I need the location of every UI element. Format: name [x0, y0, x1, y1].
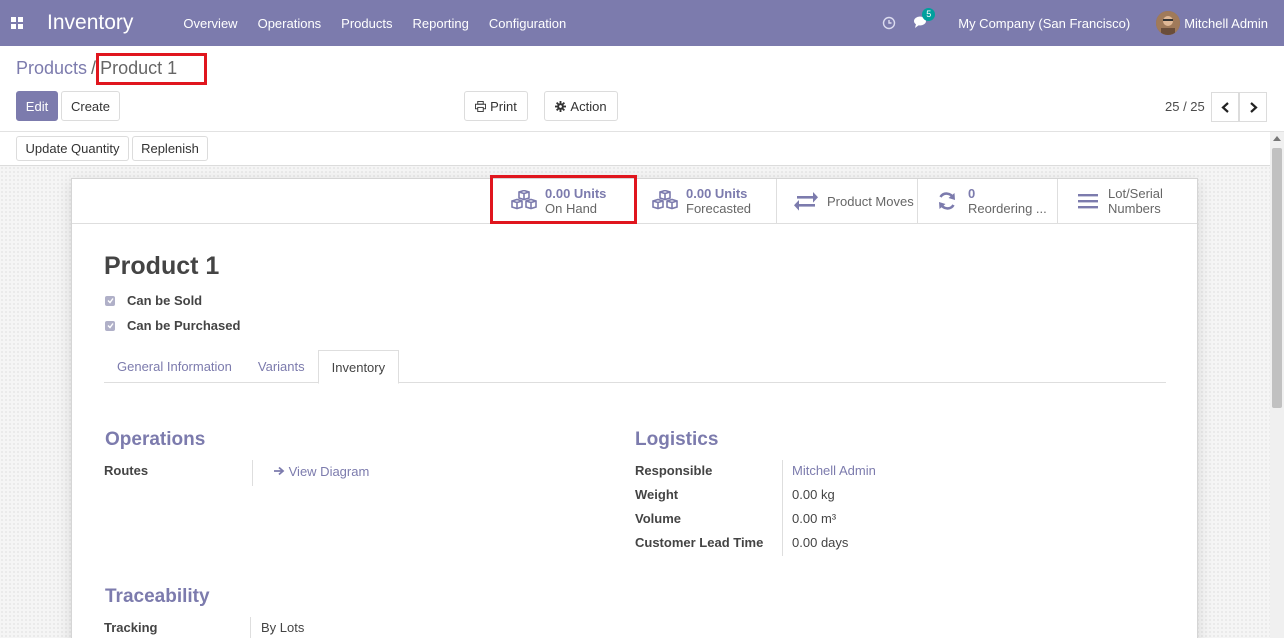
apps-menu-icon[interactable]	[0, 0, 34, 46]
weight-value: 0.00	[792, 487, 818, 502]
top-navbar: Inventory Overview Operations Products R…	[0, 0, 1284, 46]
scrollbar-thumb[interactable]	[1272, 148, 1282, 408]
pager-previous-button[interactable]	[1211, 92, 1239, 122]
weight-field: 0.00 kg	[792, 487, 835, 502]
replenish-button[interactable]: Replenish	[132, 136, 208, 161]
lot-serial-line2: Numbers	[1108, 201, 1161, 216]
logistics-title: Logistics	[635, 429, 719, 450]
gear-icon	[555, 100, 567, 112]
chat-badge: 5	[922, 7, 936, 21]
tab-general-information[interactable]: General Information	[104, 350, 245, 383]
can-be-sold-row: Can be Sold	[105, 293, 202, 308]
scrollbar[interactable]	[1270, 132, 1284, 638]
notebook-tabs: General Information Variants Inventory	[104, 350, 1166, 384]
pager-counter[interactable]: 25 / 25	[1165, 99, 1205, 114]
weight-unit: kg	[820, 487, 835, 502]
traceability-title: Traceability	[105, 586, 210, 607]
print-label: Print	[490, 98, 517, 114]
operations-title: Operations	[105, 429, 206, 450]
can-be-sold-checkbox[interactable]	[105, 295, 115, 306]
print-button[interactable]: Print	[464, 91, 528, 121]
chevron-left-icon	[1220, 101, 1229, 113]
breadcrumb-products[interactable]: Products	[16, 58, 87, 79]
product-title[interactable]: Product 1	[104, 252, 219, 281]
lead-time-unit: days	[820, 535, 849, 550]
view-diagram-label: View Diagram	[288, 464, 370, 479]
main-menu: Overview Operations Products Reporting C…	[173, 16, 576, 31]
exchange-icon	[794, 192, 818, 211]
form-sheet: 0.00 Units On Hand 0.00 Units Forecasted…	[71, 178, 1198, 638]
menu-item-products[interactable]: Products	[331, 16, 402, 31]
responsible-label: Responsible	[635, 463, 713, 478]
action-label: Action	[570, 98, 607, 114]
action-button[interactable]: Action	[544, 91, 618, 121]
user-name[interactable]: Mitchell Admin	[1184, 16, 1268, 31]
edit-button[interactable]: Edit	[16, 91, 58, 121]
routes-separator	[252, 460, 253, 486]
can-be-sold-label: Can be Sold	[127, 293, 203, 308]
highlight-box-breadcrumb	[96, 53, 207, 85]
weight-label: Weight	[635, 487, 679, 502]
lead-time-value: 0.00	[792, 535, 818, 550]
menu-item-reporting[interactable]: Reporting	[402, 16, 478, 31]
tracking-value: By Lots	[261, 620, 305, 635]
create-button[interactable]: Create	[61, 91, 120, 121]
product-moves-button[interactable]: Product Moves	[776, 179, 917, 223]
tab-inventory[interactable]: Inventory	[317, 350, 400, 384]
cubes-icon	[652, 190, 678, 210]
view-diagram-link[interactable]: View Diagram	[274, 464, 369, 479]
forecasted-value: 0.00 Units	[686, 186, 748, 201]
can-be-purchased-checkbox[interactable]	[105, 320, 115, 331]
menu-item-configuration[interactable]: Configuration	[479, 16, 576, 31]
logistics-separator	[782, 460, 783, 556]
lot-serial-line1: Lot/Serial	[1108, 186, 1163, 201]
reordering-value: 0	[968, 186, 976, 201]
forecasted-button[interactable]: 0.00 Units Forecasted	[636, 179, 777, 223]
list-icon	[1078, 194, 1098, 209]
menu-item-operations[interactable]: Operations	[248, 16, 332, 31]
app-name[interactable]: Inventory	[47, 11, 133, 35]
volume-label: Volume	[635, 511, 681, 526]
update-quantity-button[interactable]: Update Quantity	[16, 136, 129, 161]
product-moves-label: Product Moves	[827, 193, 914, 209]
print-icon	[475, 100, 487, 112]
company-switcher[interactable]: My Company (San Francisco)	[958, 16, 1130, 31]
refresh-icon	[939, 192, 955, 210]
chevron-right-icon	[1249, 101, 1258, 113]
reordering-label: Reordering ...	[968, 201, 1047, 216]
pager-next-button[interactable]	[1239, 92, 1267, 122]
menu-item-overview[interactable]: Overview	[173, 16, 247, 31]
tracking-label: Tracking	[104, 620, 158, 635]
navbar-right: 5 My Company (San Francisco) Mitchell Ad…	[882, 0, 1284, 46]
customer-lead-time-field: 0.00 days	[792, 535, 848, 550]
volume-unit: m³	[820, 511, 837, 526]
lot-serial-button[interactable]: Lot/Serial Numbers	[1057, 179, 1198, 223]
tab-variants[interactable]: Variants	[245, 350, 318, 383]
clock-icon[interactable]	[882, 16, 896, 30]
user-avatar[interactable]	[1156, 11, 1181, 35]
responsible-value[interactable]: Mitchell Admin	[792, 463, 876, 478]
arrow-right-icon	[274, 466, 285, 476]
reordering-button[interactable]: 0 Reordering ...	[917, 179, 1058, 223]
forecasted-label: Forecasted	[686, 201, 752, 216]
volume-field: 0.00 m³	[792, 511, 836, 526]
tracking-separator	[250, 617, 251, 638]
highlight-box-on-hand	[490, 175, 637, 224]
routes-label: Routes	[104, 463, 149, 478]
customer-lead-time-label: Customer Lead Time	[635, 535, 764, 550]
can-be-purchased-label: Can be Purchased	[127, 318, 241, 333]
messaging-menu[interactable]: 5	[914, 7, 936, 31]
scroll-up-arrow-icon[interactable]	[1273, 136, 1281, 141]
can-be-purchased-row: Can be Purchased	[105, 318, 240, 333]
volume-value: 0.00	[792, 511, 818, 526]
